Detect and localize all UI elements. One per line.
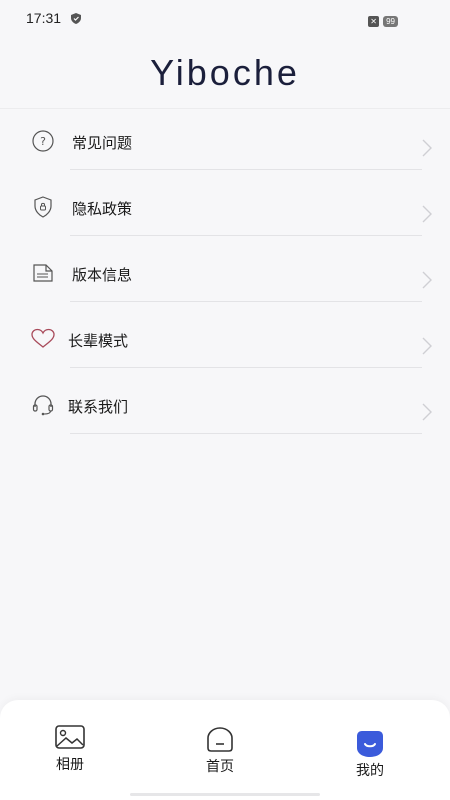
chevron-right-icon <box>422 205 432 223</box>
app-logo: Yiboche <box>0 48 450 98</box>
menu-label-faq: 常见问题 <box>72 134 133 152</box>
menu-divider <box>70 433 422 434</box>
menu-item-contact[interactable]: 联系我们 <box>0 374 450 440</box>
status-time: 17:31 <box>26 10 62 26</box>
menu-item-elder-mode[interactable]: 长辈模式 <box>0 308 450 374</box>
tab-label-profile: 我的 <box>356 763 384 779</box>
profile-icon <box>357 731 383 757</box>
logo-text: Yiboche <box>150 52 300 93</box>
menu-label-version: 版本信息 <box>72 266 133 284</box>
menu-item-version[interactable]: 版本信息 <box>0 242 450 308</box>
svg-text:?: ? <box>40 135 46 148</box>
home-indicator <box>130 793 320 796</box>
album-icon <box>55 725 85 749</box>
settings-menu: ? 常见问题 隐私政策 版本信息 长辈模式 联系我们 <box>0 110 450 440</box>
header-divider <box>0 108 450 109</box>
tab-profile[interactable]: 我的 <box>310 730 430 800</box>
shield-lock-icon <box>30 194 56 220</box>
menu-label-privacy: 隐私政策 <box>72 200 133 218</box>
chevron-right-icon <box>422 403 432 421</box>
tab-album[interactable]: 相册 <box>10 724 130 800</box>
bottom-tab-bar: 相册 首页 我的 <box>0 700 450 800</box>
status-bar: 17:31 ✕ 99 <box>0 0 450 36</box>
battery-indicator: 99 <box>383 16 398 27</box>
chevron-right-icon <box>422 337 432 355</box>
tab-home[interactable]: 首页 <box>160 726 280 800</box>
question-circle-icon: ? <box>30 128 56 154</box>
tab-label-album: 相册 <box>56 757 84 773</box>
headset-icon <box>30 392 56 418</box>
heart-icon <box>30 326 56 352</box>
status-indicators: ✕ 99 <box>368 16 398 27</box>
tab-label-home: 首页 <box>206 759 234 775</box>
menu-divider <box>70 367 422 368</box>
chevron-right-icon <box>422 139 432 157</box>
shield-status-icon <box>71 12 82 24</box>
menu-item-faq[interactable]: ? 常见问题 <box>0 110 450 176</box>
menu-label-contact: 联系我们 <box>68 398 129 416</box>
menu-label-elder-mode: 长辈模式 <box>68 332 129 350</box>
menu-divider <box>70 235 422 236</box>
document-icon <box>30 260 56 286</box>
menu-item-privacy[interactable]: 隐私政策 <box>0 176 450 242</box>
notification-badge-icon: ✕ <box>368 16 380 27</box>
chevron-right-icon <box>422 271 432 289</box>
menu-divider <box>70 301 422 302</box>
home-icon <box>207 727 233 752</box>
menu-divider <box>70 169 422 170</box>
